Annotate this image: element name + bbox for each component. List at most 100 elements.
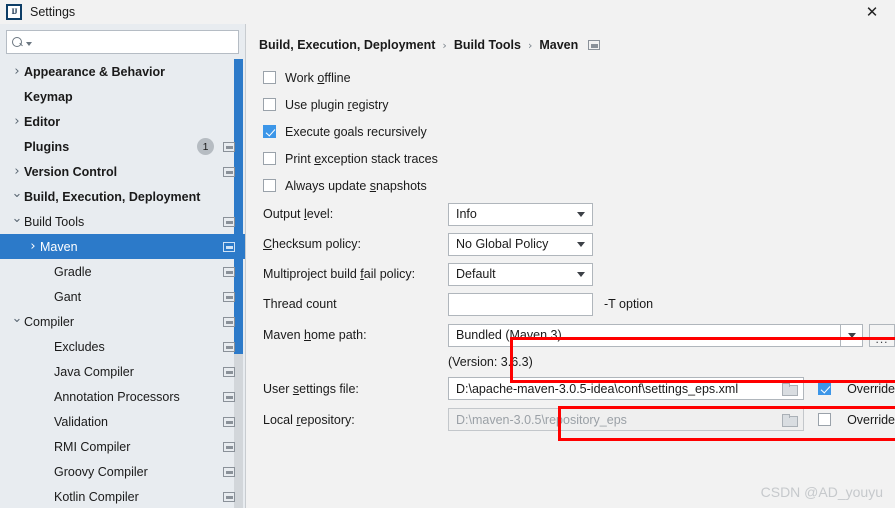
sidebar-item-label: RMI Compiler: [54, 439, 131, 454]
settings-sidebar: › Appearance & Behavior Keymap › Editor Plugi…: [0, 24, 246, 508]
window-icon: [223, 266, 235, 277]
settings-tree[interactable]: › Appearance & Behavior Keymap › Editor Plugi…: [0, 59, 245, 508]
sidebar-item-label: Maven: [40, 239, 78, 254]
output-level-label: Output level:: [263, 207, 334, 221]
sidebar-item-label: Version Control: [24, 164, 118, 179]
search-container: [0, 24, 245, 59]
maven-home-path-select[interactable]: Bundled (Maven 3): [448, 323, 841, 347]
checkbox-row-use-plugin-registry[interactable]: Use plugin registry: [259, 91, 895, 118]
breadcrumb: Build, Execution, Deployment › Build Too…: [259, 38, 895, 52]
checkbox-use-plugin-registry[interactable]: [263, 98, 276, 111]
window-icon: [223, 491, 235, 502]
search-icon: [12, 36, 25, 49]
multiproject-policy-label: Multiproject build fail policy:: [263, 267, 416, 281]
dialog-body: › Appearance & Behavior Keymap › Editor Plugi…: [0, 24, 895, 508]
checkbox-execute-goals-recursively[interactable]: [263, 125, 276, 138]
chevron-right-icon: ›: [14, 114, 20, 129]
local-repository-label: Local repository:: [263, 412, 355, 427]
sidebar-item-version-control[interactable]: › Version Control: [0, 159, 245, 184]
multiproject-policy-row: Multiproject build fail policy: Default: [259, 259, 895, 289]
chevron-down-icon: ⌄: [11, 311, 23, 326]
chevron-down-icon: [577, 271, 585, 277]
local-repository-input[interactable]: D:\maven-3.0.5\repository_eps: [448, 408, 805, 431]
sidebar-item-label: Compiler: [24, 314, 75, 329]
checkbox-always-update-snapshots[interactable]: [263, 179, 276, 192]
settings-dialog: IJ Settings ✕ › Appearance & Behavior Keym…: [0, 0, 895, 508]
checksum-policy-select[interactable]: No Global Policy: [448, 232, 593, 256]
title-bar: IJ Settings ✕: [0, 0, 895, 24]
chevron-down-icon: [847, 332, 856, 338]
local-repository-override-row[interactable]: Override: [818, 413, 895, 427]
plugins-update-badge: 1: [197, 138, 214, 155]
window-icon: [223, 441, 235, 452]
output-level-value: Info: [456, 207, 477, 221]
sidebar-item-validation[interactable]: Validation: [0, 409, 245, 434]
window-icon: [223, 366, 235, 377]
sidebar-item-groovy-compiler[interactable]: Groovy Compiler: [0, 459, 245, 484]
breadcrumb-item-maven[interactable]: Maven: [539, 38, 578, 52]
sidebar-item-build-tools[interactable]: ⌄ Build Tools: [0, 209, 245, 234]
sidebar-item-maven[interactable]: › Maven: [0, 234, 245, 259]
chevron-down-icon: ⌄: [11, 211, 23, 226]
folder-icon[interactable]: [782, 382, 799, 396]
sidebar-item-kotlin-compiler[interactable]: Kotlin Compiler: [0, 484, 245, 508]
checkbox-row-execute-goals-recursively[interactable]: Execute goals recursively: [259, 118, 895, 145]
checksum-policy-label: Checksum policy:: [263, 237, 361, 251]
user-settings-override-checkbox[interactable]: [818, 382, 832, 395]
checkbox-work-offline[interactable]: [263, 71, 276, 84]
user-settings-override-row[interactable]: Override: [818, 382, 895, 396]
checkbox-label: Execute goals recursively: [285, 124, 427, 139]
maven-home-path-browse-button[interactable]: ...: [869, 323, 895, 347]
checkbox-list: Work offline Use plugin registry Execute g…: [259, 64, 895, 199]
multiproject-policy-value: Default: [456, 267, 496, 281]
user-settings-file-value: D:\apache-maven-3.0.5-idea\conf\settings…: [456, 381, 739, 396]
multiproject-policy-select[interactable]: Default: [448, 262, 593, 286]
checkbox-label: Use plugin registry: [285, 97, 389, 112]
checkbox-label: Always update snapshots: [285, 178, 427, 193]
search-box[interactable]: [6, 30, 239, 54]
checkbox-row-always-update-snapshots[interactable]: Always update snapshots: [259, 172, 895, 199]
user-settings-file-input[interactable]: D:\apache-maven-3.0.5-idea\conf\settings…: [448, 377, 805, 400]
user-settings-override-label: Override: [847, 381, 895, 396]
local-repository-override-checkbox[interactable]: [818, 413, 832, 426]
sidebar-item-annotation-processors[interactable]: Annotation Processors: [0, 384, 245, 409]
breadcrumb-separator-icon: ›: [442, 38, 447, 52]
window-icon: [223, 416, 235, 427]
window-icon: [223, 316, 235, 327]
local-repository-override-label: Override: [847, 412, 895, 427]
sidebar-item-gradle[interactable]: Gradle: [0, 259, 245, 284]
local-repository-value: D:\maven-3.0.5\repository_eps: [456, 412, 627, 427]
sidebar-item-plugins[interactable]: Plugins 1: [0, 134, 245, 159]
output-level-select[interactable]: Info: [448, 202, 593, 226]
window-icon: [223, 391, 235, 402]
checkbox-row-work-offline[interactable]: Work offline: [259, 64, 895, 91]
sidebar-item-excludes[interactable]: Excludes: [0, 334, 245, 359]
sidebar-item-label: Gant: [54, 289, 82, 304]
sidebar-item-editor[interactable]: › Editor: [0, 109, 245, 134]
sidebar-item-label: Groovy Compiler: [54, 464, 148, 479]
sidebar-item-gant[interactable]: Gant: [0, 284, 245, 309]
window-icon: [223, 466, 235, 477]
sidebar-item-label: Build, Execution, Deployment: [24, 189, 201, 204]
breadcrumb-item-build-execution-deployment[interactable]: Build, Execution, Deployment: [259, 38, 435, 52]
checkbox-print-exception-stack-traces[interactable]: [263, 152, 276, 165]
maven-home-path-dropdown-button[interactable]: [841, 323, 863, 347]
checkbox-label: Print exception stack traces: [285, 151, 438, 166]
checksum-policy-row: Checksum policy: No Global Policy: [259, 229, 895, 259]
chevron-right-icon: ›: [30, 239, 36, 254]
breadcrumb-item-build-tools[interactable]: Build Tools: [454, 38, 521, 52]
sidebar-item-java-compiler[interactable]: Java Compiler: [0, 359, 245, 384]
sidebar-item-compiler[interactable]: ⌄ Compiler: [0, 309, 245, 334]
folder-icon[interactable]: [782, 413, 799, 427]
search-input[interactable]: [35, 34, 233, 50]
chevron-down-icon: ⌄: [11, 186, 23, 201]
sidebar-item-rmi-compiler[interactable]: RMI Compiler: [0, 434, 245, 459]
window-icon: [223, 241, 235, 252]
checkbox-row-print-exception-stack-traces[interactable]: Print exception stack traces: [259, 145, 895, 172]
sidebar-item-appearance-behavior[interactable]: › Appearance & Behavior: [0, 59, 245, 84]
sidebar-item-keymap[interactable]: Keymap: [0, 84, 245, 109]
sidebar-item-label: Keymap: [24, 89, 73, 104]
thread-count-input[interactable]: [448, 292, 593, 316]
close-icon[interactable]: ✕: [849, 0, 895, 24]
sidebar-item-build-execution-deployment[interactable]: ⌄ Build, Execution, Deployment: [0, 184, 245, 209]
